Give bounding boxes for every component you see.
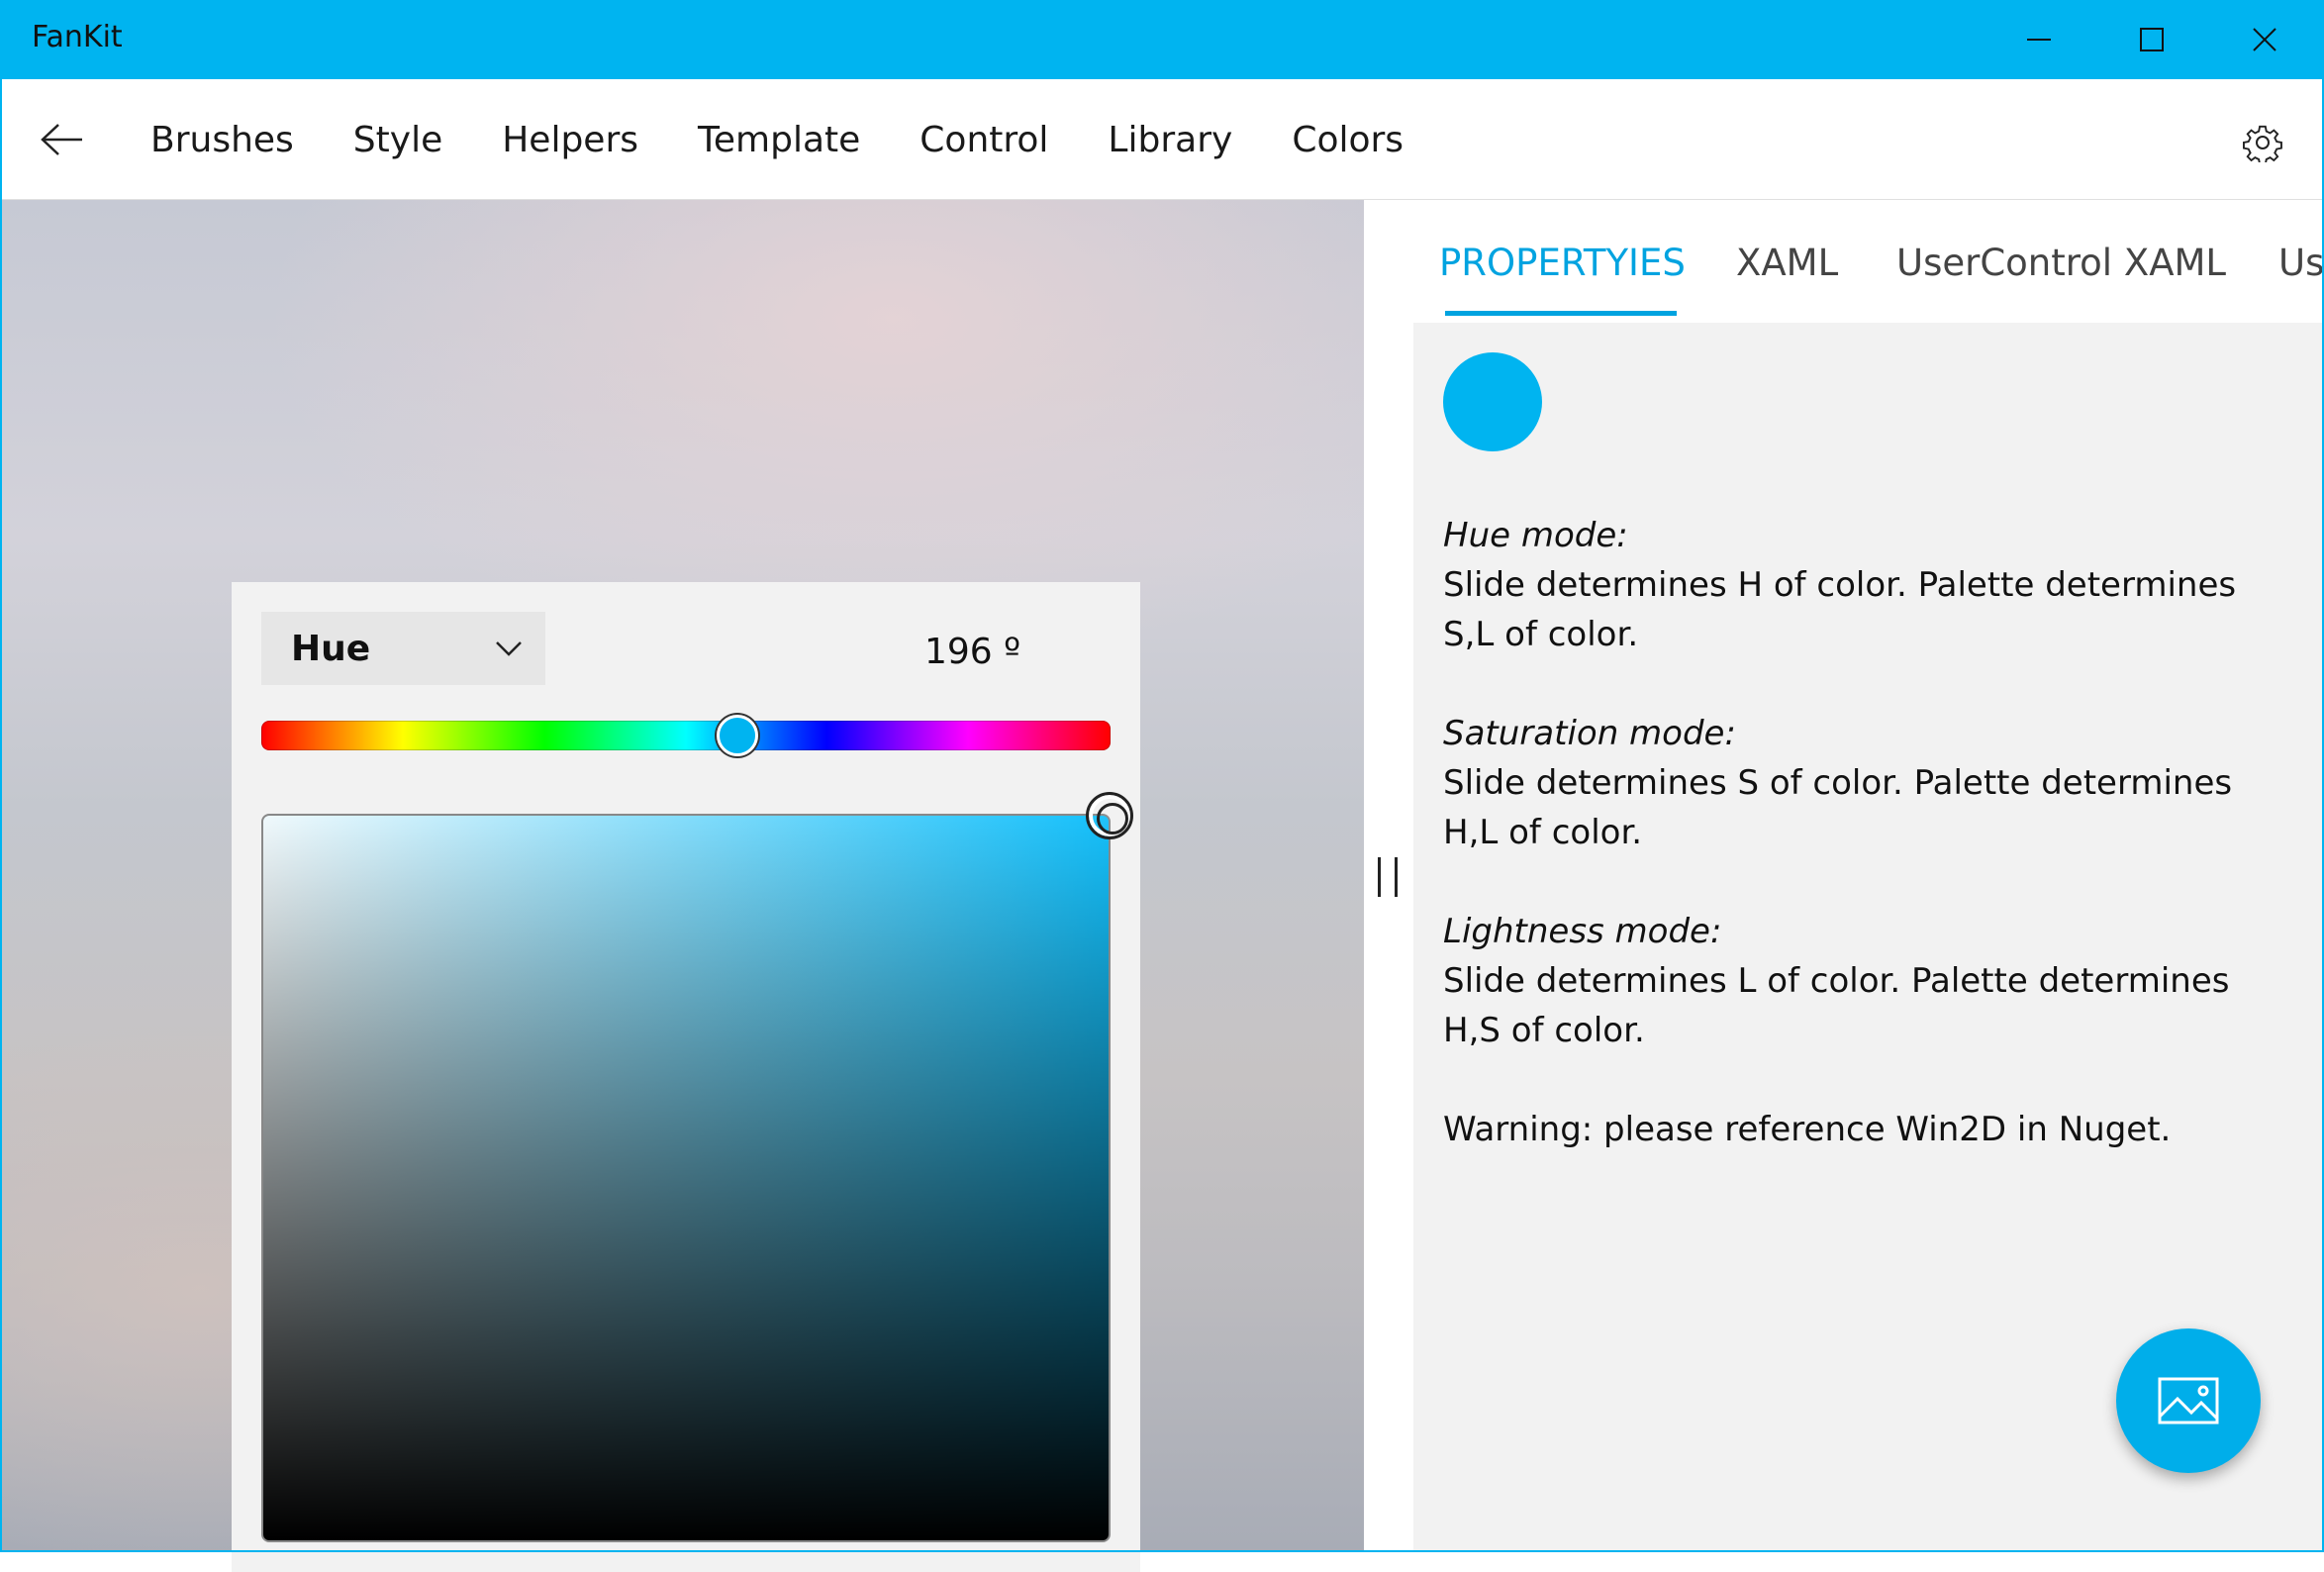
back-button[interactable]: [30, 115, 95, 164]
close-icon: [2253, 28, 2276, 51]
saturation-mode-title: Saturation mode:: [1443, 714, 1736, 753]
nav-item-control[interactable]: Control: [920, 120, 1048, 160]
nav-item-colors[interactable]: Colors: [1292, 120, 1404, 160]
maximize-button[interactable]: [2095, 0, 2208, 79]
color-picker: Hue 196 º: [232, 582, 1140, 1572]
mode-dropdown-value: Hue: [291, 628, 371, 669]
color-swatch: [1443, 352, 1542, 451]
back-arrow-icon: [41, 124, 82, 155]
tab-overflow[interactable]: Us: [2278, 242, 2322, 284]
maximize-icon: [2140, 28, 2164, 51]
nav-item-helpers[interactable]: Helpers: [502, 120, 638, 160]
panel-splitter[interactable]: [1364, 200, 1413, 1552]
palette-thumb[interactable]: [1086, 792, 1133, 839]
app-title: FanKit: [32, 20, 123, 54]
saturation-lightness-palette[interactable]: [261, 814, 1111, 1542]
nav-item-brushes[interactable]: Brushes: [150, 120, 294, 160]
warning-text: Warning: please reference Win2D in Nuget…: [1443, 1110, 2172, 1149]
preview-canvas: Hue 196 º: [2, 200, 1364, 1572]
close-button[interactable]: [2208, 0, 2321, 79]
nav-item-library[interactable]: Library: [1108, 120, 1232, 160]
tab-bar: PROPERTYIES XAML UserControl XAML Us: [1413, 200, 2322, 323]
minimize-icon: [2027, 39, 2051, 41]
gear-icon: [2243, 125, 2282, 162]
tab-xaml[interactable]: XAML: [1736, 242, 1838, 284]
mode-dropdown[interactable]: Hue: [261, 612, 545, 685]
active-tab-indicator: [1445, 311, 1677, 316]
chevron-down-icon: [496, 641, 522, 656]
lightness-mode-paragraph: Lightness mode: Slide determines L of co…: [1443, 907, 2294, 1055]
tab-properties[interactable]: PROPERTYIES: [1439, 242, 1686, 284]
image-icon: [2158, 1377, 2219, 1425]
hue-slider-thumb[interactable]: [717, 715, 758, 756]
saturation-mode-text: Slide determines S of color. Palette det…: [1443, 763, 2233, 852]
nav-item-template[interactable]: Template: [698, 120, 860, 160]
saturation-mode-paragraph: Saturation mode: Slide determines S of c…: [1443, 709, 2294, 857]
hue-mode-title: Hue mode:: [1443, 516, 1628, 555]
lightness-mode-title: Lightness mode:: [1443, 912, 1722, 951]
nav-bar: Brushes Style Helpers Template Control L…: [0, 79, 2324, 200]
lightness-mode-text: Slide determines L of color. Palette det…: [1443, 961, 2230, 1050]
hue-mode-paragraph: Hue mode: Slide determines H of color. P…: [1443, 511, 2294, 659]
settings-button[interactable]: [2235, 115, 2290, 170]
tab-usercontrol-xaml[interactable]: UserControl XAML: [1896, 242, 2226, 284]
hue-mode-text: Slide determines H of color. Palette det…: [1443, 565, 2237, 654]
nav-menu: Brushes Style Helpers Template Control L…: [150, 79, 1463, 200]
description-text: Hue mode: Slide determines H of color. P…: [1443, 511, 2294, 1204]
nav-item-style[interactable]: Style: [353, 120, 442, 160]
minimize-button[interactable]: [1983, 0, 2095, 79]
title-bar: FanKit: [0, 0, 2324, 79]
hue-value-readout: 196 º: [924, 632, 1021, 672]
image-fab-button[interactable]: [2116, 1328, 2261, 1473]
hue-slider[interactable]: [261, 721, 1111, 750]
splitter-grip-icon: [1378, 857, 1398, 897]
